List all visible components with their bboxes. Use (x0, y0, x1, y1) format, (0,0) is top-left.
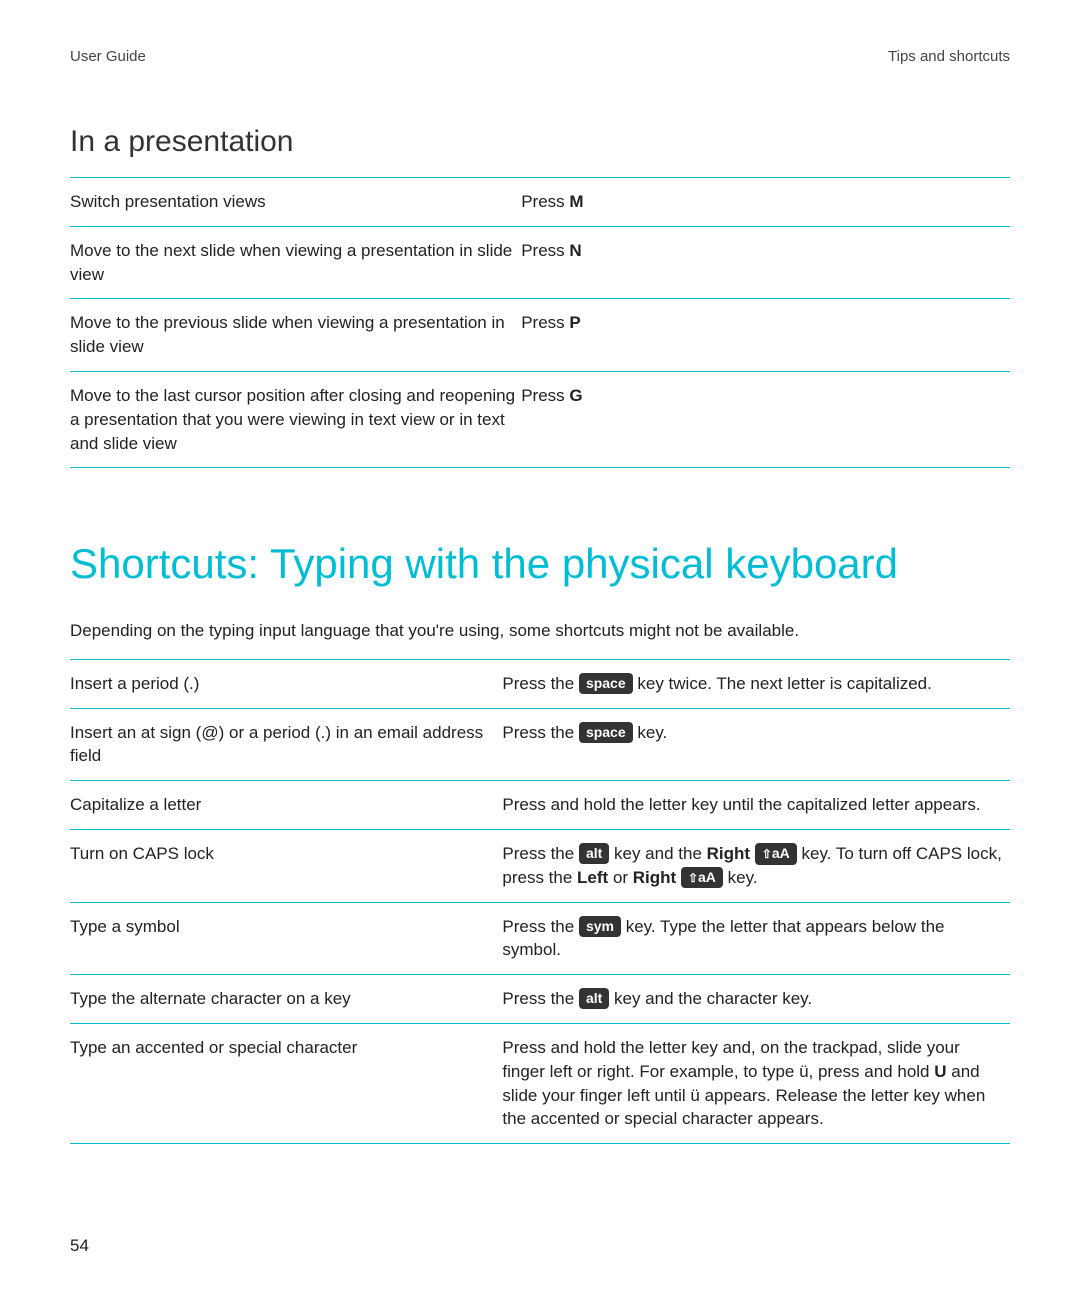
action-cell: Insert a period (.) (70, 659, 502, 708)
shortcut-cell: Press and hold the letter key and, on th… (502, 1024, 1010, 1144)
shortcut-key: N (569, 241, 581, 260)
section2-intro: Depending on the typing input language t… (70, 621, 1010, 641)
shortcut-cell: Press N (521, 226, 1010, 299)
table-row: Type the alternate character on a keyPre… (70, 975, 1010, 1024)
keycap-icon: alt (579, 988, 609, 1009)
shortcut-cell: Press P (521, 299, 1010, 372)
page-header: User Guide Tips and shortcuts (70, 48, 1010, 65)
shortcut-key: P (569, 313, 580, 332)
table-row: Move to the last cursor position after c… (70, 371, 1010, 467)
shortcut-key: M (569, 192, 583, 211)
action-cell: Insert an at sign (@) or a period (.) in… (70, 708, 502, 781)
typing-shortcuts-table: Insert a period (.)Press the space key t… (70, 659, 1010, 1144)
shortcut-cell: Press the alt key and the Right ⇧aA key.… (502, 830, 1010, 903)
action-cell: Capitalize a letter (70, 781, 502, 830)
keycap-icon: space (579, 722, 633, 743)
table-row: Move to the next slide when viewing a pr… (70, 226, 1010, 299)
keycap-icon: alt (579, 843, 609, 864)
shortcut-cell: Press the space key twice. The next lett… (502, 659, 1010, 708)
shortcut-cell: Press the space key. (502, 708, 1010, 781)
header-left: User Guide (70, 48, 146, 65)
action-cell: Type the alternate character on a key (70, 975, 502, 1024)
shortcut-cell: Press G (521, 371, 1010, 467)
bold-text: Right (633, 868, 676, 887)
keycap-icon: sym (579, 916, 621, 937)
action-cell: Turn on CAPS lock (70, 830, 502, 903)
table-row: Move to the previous slide when viewing … (70, 299, 1010, 372)
page-number: 54 (70, 1236, 89, 1256)
keycap-icon: space (579, 673, 633, 694)
table-row: Switch presentation viewsPress M (70, 178, 1010, 227)
action-cell: Move to the previous slide when viewing … (70, 299, 521, 372)
action-cell: Type an accented or special character (70, 1024, 502, 1144)
section2-heading: Shortcuts: Typing with the physical keyb… (70, 538, 1010, 591)
shortcut-cell: Press the alt key and the character key. (502, 975, 1010, 1024)
table-row: Type an accented or special characterPre… (70, 1024, 1010, 1144)
bold-text: U (934, 1062, 946, 1081)
section1-heading: In a presentation (70, 125, 1010, 159)
action-cell: Switch presentation views (70, 178, 521, 227)
table-row: Insert an at sign (@) or a period (.) in… (70, 708, 1010, 781)
presentation-shortcuts-table: Switch presentation viewsPress MMove to … (70, 177, 1010, 468)
shortcut-key: G (569, 386, 582, 405)
header-right: Tips and shortcuts (888, 48, 1010, 65)
shortcut-cell: Press and hold the letter key until the … (502, 781, 1010, 830)
bold-text: Left (577, 868, 608, 887)
document-page: User Guide Tips and shortcuts In a prese… (0, 0, 1080, 1296)
table-row: Type a symbolPress the sym key. Type the… (70, 902, 1010, 975)
action-cell: Move to the last cursor position after c… (70, 371, 521, 467)
table-row: Capitalize a letterPress and hold the le… (70, 781, 1010, 830)
shift-key-icon: ⇧aA (755, 843, 797, 865)
bold-text: Right (707, 844, 750, 863)
action-cell: Type a symbol (70, 902, 502, 975)
table-row: Turn on CAPS lockPress the alt key and t… (70, 830, 1010, 903)
shortcut-cell: Press the sym key. Type the letter that … (502, 902, 1010, 975)
table-row: Insert a period (.)Press the space key t… (70, 659, 1010, 708)
shortcut-cell: Press M (521, 178, 1010, 227)
action-cell: Move to the next slide when viewing a pr… (70, 226, 521, 299)
shift-key-icon: ⇧aA (681, 867, 723, 889)
